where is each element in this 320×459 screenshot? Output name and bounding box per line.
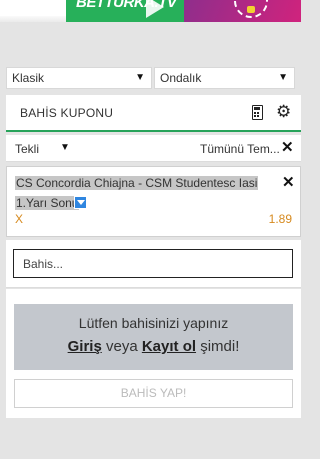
market-name: 1.Yarı Sonu	[15, 196, 80, 210]
selection-odds: 1.89	[268, 212, 292, 226]
promo-banner[interactable]: BETTURKA.TV	[0, 0, 301, 22]
calculator-icon[interactable]	[252, 105, 263, 120]
badge-icon	[234, 0, 268, 18]
close-icon[interactable]: ✕	[281, 138, 294, 156]
place-bet-button[interactable]: BAHİS YAP!	[14, 379, 293, 408]
bet-selection-item: CS Concordia Chiajna - CSM Studentesc Ia…	[6, 166, 301, 237]
odds-format-select[interactable]: Ondalık ▼	[154, 67, 295, 89]
match-name: CS Concordia Chiajna - CSM Studentesc Ia…	[15, 176, 259, 190]
dropdown-arrow-icon: ▼	[278, 72, 288, 83]
login-prompt-actions: Giriş veya Kayıt ol şimdi!	[14, 338, 293, 355]
play-icon	[146, 0, 164, 18]
remove-selection-icon[interactable]: ✕	[282, 173, 295, 191]
dropdown-arrow-icon: ▼	[135, 72, 145, 83]
clear-all-button[interactable]: Tümünü Tem...	[200, 142, 280, 156]
login-link[interactable]: Giriş	[68, 338, 102, 355]
banner-purple-panel	[184, 0, 301, 22]
market-dropdown-icon[interactable]	[74, 196, 87, 209]
register-link[interactable]: Kayıt ol	[142, 338, 196, 355]
login-prompt-message: Lütfen bahisinizi yapınız	[78, 315, 229, 331]
stake-input[interactable]	[13, 249, 293, 278]
stake-area	[6, 240, 301, 288]
bet-type-select[interactable]: Tekli	[15, 142, 39, 156]
odds-format-value: Ondalık	[160, 71, 202, 85]
display-settings: Klasik ▼ Ondalık ▼	[6, 67, 301, 89]
coupon-header: BAHİS KUPONU ⚙	[6, 95, 301, 132]
or-text: veya	[105, 338, 138, 355]
now-text: şimdi!	[200, 338, 240, 355]
banner-green-panel: BETTURKA.TV	[66, 0, 184, 22]
login-area: Lütfen bahisinizi yapınız Giriş veya Kay…	[6, 289, 301, 418]
coupon-title: BAHİS KUPONU	[20, 106, 114, 120]
login-prompt: Lütfen bahisinizi yapınız Giriş veya Kay…	[14, 304, 293, 370]
gear-icon[interactable]: ⚙	[276, 102, 291, 122]
dropdown-arrow-icon[interactable]: ▼	[60, 142, 70, 153]
selection-outcome: X	[15, 212, 24, 226]
banner-left-panel	[0, 0, 66, 22]
display-type-value: Klasik	[12, 71, 45, 85]
display-type-select[interactable]: Klasik ▼	[6, 67, 152, 89]
bet-type-row: Tekli ▼ Tümünü Tem... ✕	[6, 135, 301, 162]
